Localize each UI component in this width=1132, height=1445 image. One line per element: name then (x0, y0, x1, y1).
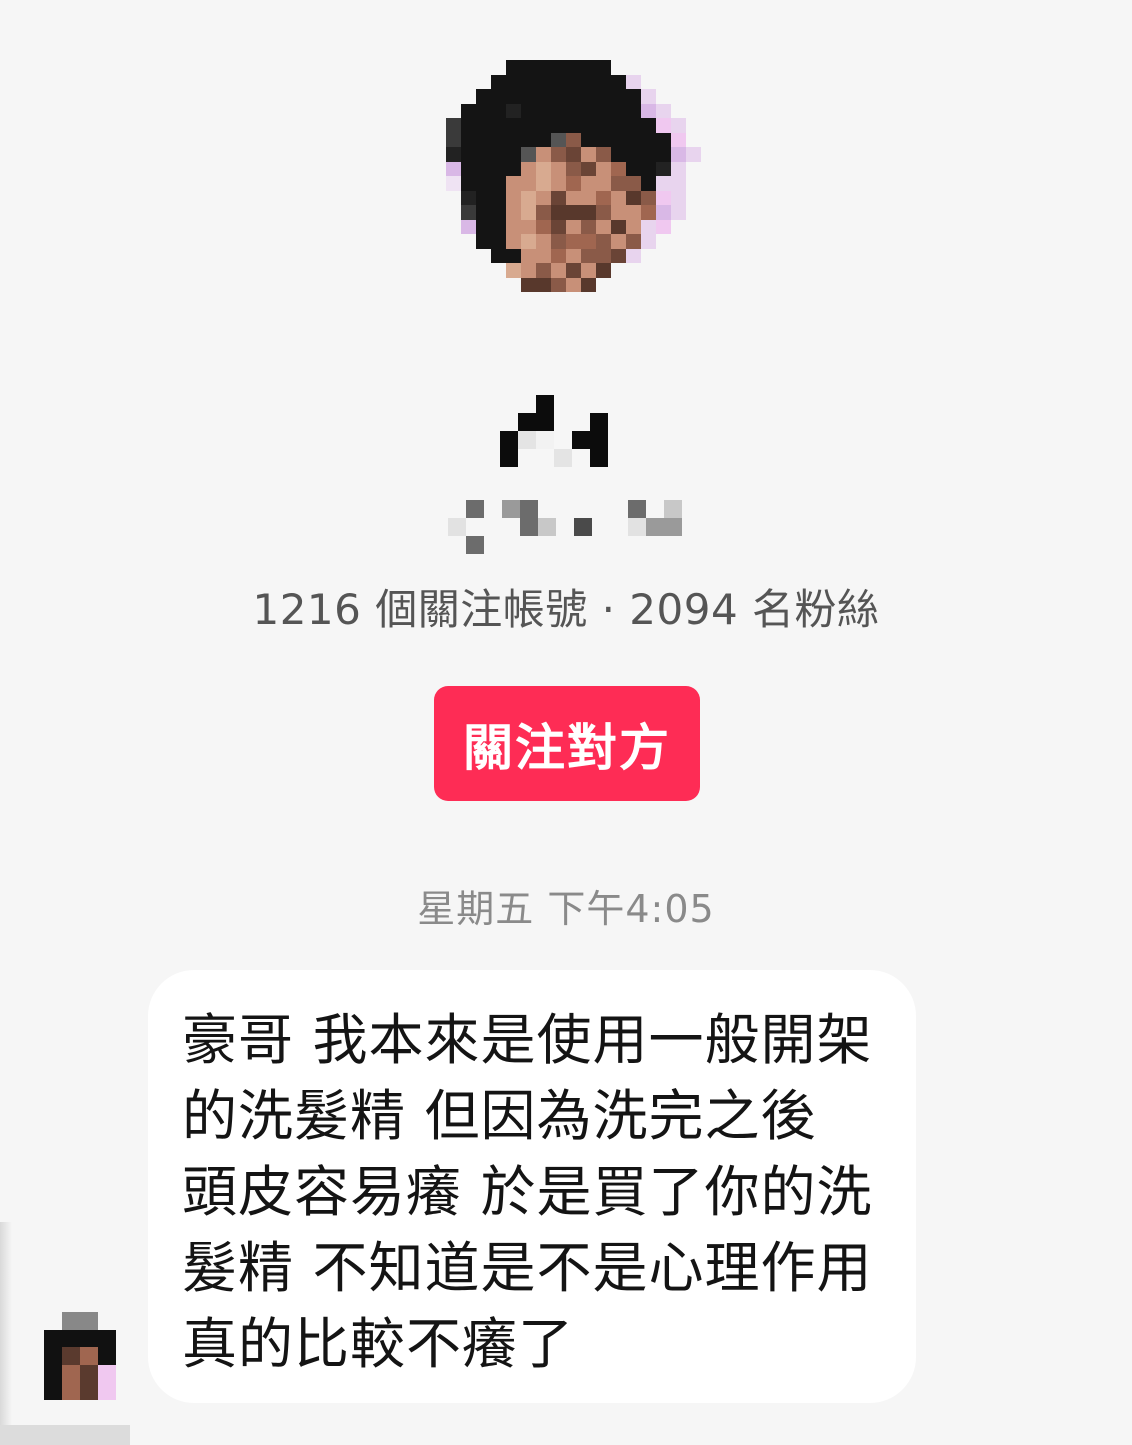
profile-name-blurred (500, 395, 628, 467)
bottom-edge-shadow (0, 1425, 130, 1445)
message-timestamp: 星期五 下午4:05 (417, 887, 715, 931)
sender-avatar[interactable] (44, 1312, 116, 1400)
profile-username-blurred (448, 500, 682, 554)
profile-stats: 1216 個關注帳號 · 2094 名粉絲 (252, 585, 880, 634)
follow-button[interactable]: 關注對方 (434, 686, 700, 801)
message-text: 豪哥 我本來是使用一般開架的洗髮精 但因為洗完之後 頭皮容易癢 於是買了你的洗髮… (182, 1008, 873, 1376)
chat-screen: 1216 個關注帳號 · 2094 名粉絲 關注對方 星期五 下午4:05 豪哥… (0, 0, 1132, 1445)
message-bubble[interactable]: 豪哥 我本來是使用一般開架的洗髮精 但因為洗完之後 頭皮容易癢 於是買了你的洗髮… (148, 970, 916, 1403)
profile-avatar[interactable] (416, 60, 716, 350)
left-edge-shadow (0, 1222, 12, 1445)
